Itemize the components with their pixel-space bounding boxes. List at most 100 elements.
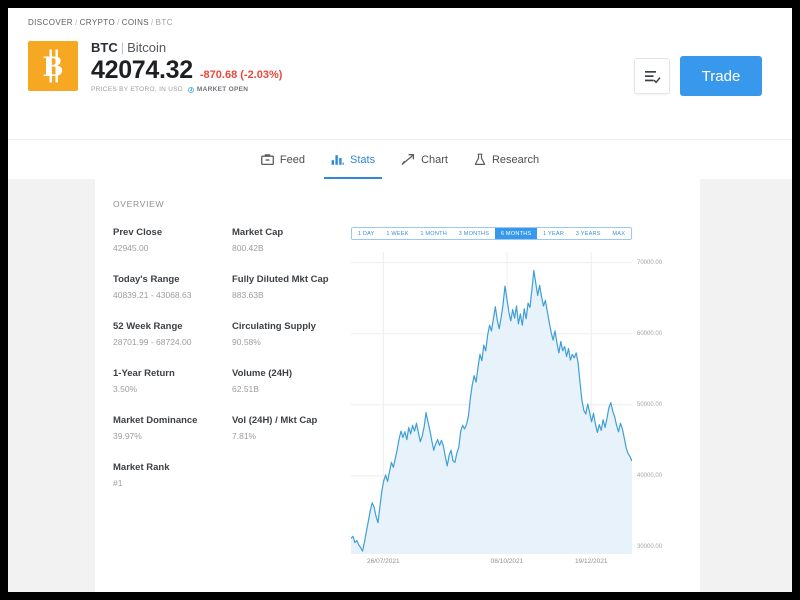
stat-prev-close: Prev Close 42945.00 [113, 227, 232, 254]
x-axis-tick-label: 19/12/2021 [574, 558, 608, 565]
hero-text-block: BTC | Bitcoin 42074.32 -870.68 (-2.03%) PR… [91, 39, 282, 93]
y-axis-tick-label: 50000.00 [637, 401, 663, 408]
stat-value: 7.81% [232, 431, 257, 441]
breadcrumb: DISCOVER / CRYPTO / COINS / BTC [22, 18, 778, 27]
overview-section-label: OVERVIEW [113, 199, 165, 209]
stat-label: Prev Close [113, 227, 163, 238]
stat-label: Vol (24H) / Mkt Cap [232, 415, 318, 426]
stat-label: Fully Diluted Mkt Cap [232, 274, 329, 285]
overview-panel: Prev Close 42945.00 Today's Range 40839.21 … [95, 209, 700, 570]
instrument-name: Bitcoin [127, 40, 167, 55]
range-option-1-month[interactable]: 1 MONTH [414, 228, 453, 239]
flask-icon [474, 153, 486, 166]
stat-label: Today's Range [113, 274, 180, 285]
price-line: 42074.32 -870.68 (-2.03%) [91, 56, 282, 84]
breadcrumb-separator: / [117, 18, 120, 27]
range-option-1-year[interactable]: 1 YEAR [537, 228, 570, 239]
price-source-label: PRICES BY ETORO, IN USD [91, 86, 183, 93]
stats-content-card: OVERVIEW Prev Close 42945.00 Today's Range… [95, 179, 700, 592]
tab-research[interactable]: Research [461, 140, 552, 179]
stat-value: 800.42B [232, 243, 264, 253]
breadcrumb-separator: / [75, 18, 78, 27]
stat-market-cap: Market Cap 800.42B [232, 227, 351, 254]
y-axis-tick-label: 40000.00 [637, 472, 663, 479]
price-chart-svg [351, 252, 632, 554]
tab-label: Feed [279, 153, 305, 166]
stat-value: 42945.00 [113, 243, 149, 253]
app-screen: DISCOVER / CRYPTO / COINS / BTC B BTC | Bitcoin … [8, 8, 792, 592]
stat-market-dominance: Market Dominance 39.97% [113, 415, 232, 442]
x-axis-labels: 26/07/2021 08/10/2021 19/12/2021 [351, 554, 632, 570]
add-to-watchlist-button[interactable] [634, 58, 670, 94]
y-axis-tick-label: 70000.00 [637, 259, 663, 266]
range-option-max[interactable]: MAX [606, 228, 631, 239]
y-axis-tick-label: 30000.00 [637, 543, 663, 550]
range-option-1-week[interactable]: 1 WEEK [380, 228, 415, 239]
stat-value: 40839.21 - 43068.63 [113, 290, 192, 300]
stat-label: Market Cap [232, 227, 284, 238]
current-price: 42074.32 [91, 56, 193, 84]
stats-column-right: Market Cap 800.42B Fully Diluted Mkt Cap 88… [232, 227, 351, 570]
briefcase-icon [260, 153, 274, 166]
range-option-1-day[interactable]: 1 DAY [352, 228, 381, 239]
stat-label: 52 Week Range [113, 321, 183, 332]
range-option-6-months[interactable]: 6 MONTHS [495, 228, 538, 239]
tab-stats[interactable]: Stats [318, 140, 388, 179]
stat-volume-24h: Volume (24H) 62.51B [232, 368, 351, 395]
breadcrumb-item-coins[interactable]: COINS [122, 18, 149, 27]
page-header: DISCOVER / CRYPTO / COINS / BTC B BTC | Bitcoin … [8, 8, 792, 139]
svg-text:B: B [43, 50, 63, 83]
price-chart-plot[interactable]: 70000.00 60000.00 50000.00 40000.00 30000.00 [351, 252, 662, 554]
bitcoin-logo-icon: B [28, 41, 78, 91]
stat-label: Market Dominance [113, 415, 198, 426]
y-axis-labels: 70000.00 60000.00 50000.00 40000.00 30000.00 [637, 252, 697, 554]
symbol-line: BTC | Bitcoin [91, 40, 282, 55]
stat-today-s-range: Today's Range 40839.21 - 43068.63 [113, 274, 232, 301]
stat-vol-24h-mkt-cap: Vol (24H) / Mkt Cap 7.81% [232, 415, 351, 442]
tab-label: Research [491, 153, 540, 166]
stat-market-rank: Market Rank #1 [113, 462, 232, 489]
market-status-label: MARKET OPEN [196, 86, 249, 93]
stat-value: 3.50% [113, 384, 138, 394]
x-axis-tick-label: 26/07/2021 [367, 558, 400, 565]
main-tabs: Feed Stats Chart Research [8, 139, 792, 179]
breadcrumb-item-btc: BTC [155, 18, 173, 27]
ticker-symbol: BTC [91, 40, 118, 55]
breadcrumb-item-crypto[interactable]: CRYPTO [80, 18, 115, 27]
range-option-3-years[interactable]: 3 YEARS [569, 228, 607, 239]
stats-column-left: Prev Close 42945.00 Today's Range 40839.21 … [113, 227, 232, 570]
stat-label: Circulating Supply [232, 321, 316, 332]
stat-1-year-return: 1-Year Return 3.50% [113, 368, 232, 395]
stat-value: #1 [113, 478, 123, 488]
stat-52-week-range: 52 Week Range 28701.99 - 68724.00 [113, 321, 232, 348]
tab-label: Stats [350, 153, 376, 166]
trending-up-icon [401, 153, 415, 166]
x-axis-tick-label: 08/10/2021 [490, 558, 524, 565]
symbol-divider: | [120, 40, 125, 55]
tab-chart[interactable]: Chart [388, 140, 461, 179]
header-actions: Trade [634, 56, 762, 96]
trade-button[interactable]: Trade [680, 56, 762, 96]
breadcrumb-separator: / [151, 18, 154, 27]
watchlist-check-icon [644, 70, 661, 83]
price-meta: PRICES BY ETORO, IN USD MARKET OPEN [91, 86, 282, 93]
range-option-3-months[interactable]: 3 MONTHS [452, 228, 496, 239]
tab-feed[interactable]: Feed [248, 140, 318, 179]
stat-fully-diluted-mkt-cap: Fully Diluted Mkt Cap 883.63B [232, 274, 351, 301]
stat-value: 883.63B [232, 290, 264, 300]
stat-value: 62.51B [232, 384, 259, 394]
stats-columns: Prev Close 42945.00 Today's Range 40839.21 … [113, 227, 351, 570]
market-status-icon [187, 86, 194, 93]
price-change: -870.68 (-2.03%) [199, 69, 283, 81]
stat-value: 28701.99 - 68724.00 [113, 337, 192, 347]
stat-value: 90.58% [232, 337, 261, 347]
stat-label: Volume (24H) [232, 368, 293, 379]
breadcrumb-item-discover[interactable]: DISCOVER [28, 18, 73, 27]
price-chart-area: 1 DAY 1 WEEK 1 MONTH 3 MONTHS 6 MONTHS 1 YEAR… [351, 227, 700, 570]
time-range-selector[interactable]: 1 DAY 1 WEEK 1 MONTH 3 MONTHS 6 MONTHS 1 YEAR… [351, 227, 632, 240]
bar-chart-icon [331, 153, 344, 166]
tab-label: Chart [421, 153, 448, 166]
y-axis-tick-label: 60000.00 [637, 330, 663, 337]
stat-label: 1-Year Return [113, 368, 175, 379]
stat-label: Market Rank [113, 462, 170, 473]
